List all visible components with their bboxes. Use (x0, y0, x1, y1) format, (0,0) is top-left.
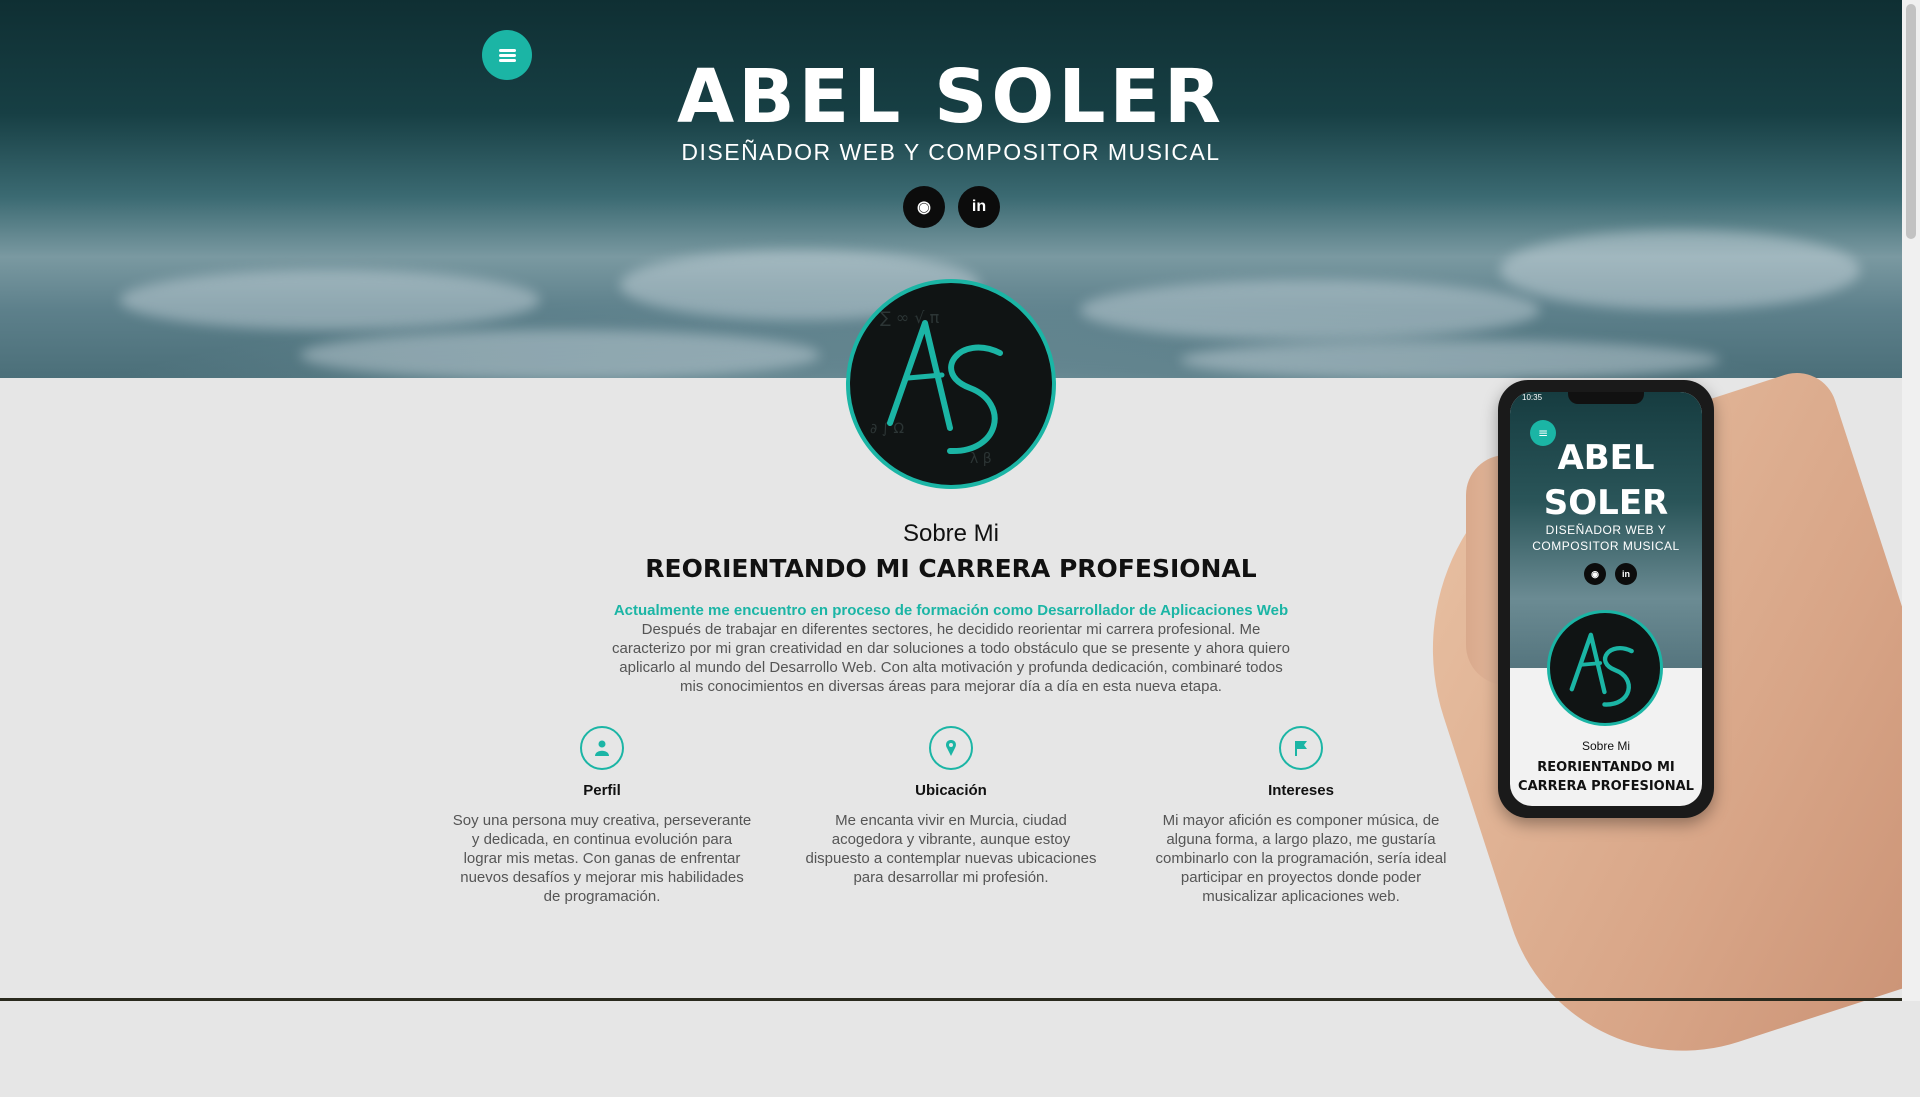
feature-title: Perfil (583, 782, 621, 799)
phone-subtitle: DISEÑADOR WEB Y COMPOSITOR MUSICAL (1532, 523, 1680, 553)
feature-perfil: Perfil Soy una persona muy creativa, per… (452, 726, 752, 906)
intro-paragraph: Después de trabajar en diferentes sector… (612, 621, 1290, 695)
feature-ubicacion: Ubicación Me encanta vivir en Murcia, ci… (801, 726, 1101, 887)
user-icon (580, 726, 624, 770)
feature-text: Mi mayor afición es componer música, de … (1155, 812, 1447, 905)
flag-icon (1279, 726, 1323, 770)
feature-text: Me encanta vivir en Murcia, ciudad acoge… (805, 812, 1097, 886)
github-icon: ◉ (917, 199, 931, 216)
phone-section-title: REORIENTANDO MI CARRERA PROFESIONAL (1518, 760, 1694, 794)
feature-title: Ubicación (915, 782, 987, 799)
phone-github-icon: ◉ (1584, 563, 1606, 585)
site-title: ABEL SOLER (676, 54, 1226, 140)
github-link[interactable]: ◉ (903, 186, 945, 228)
feature-intereses: Intereses Mi mayor afición es componer m… (1151, 726, 1451, 906)
phone-avatar (1547, 610, 1663, 726)
phone-title: ABEL SOLER (1543, 438, 1669, 523)
phone-section-label: Sobre Mi (1581, 739, 1631, 753)
logo-monogram-icon: ∑ ∞ √ π ∂ ∫ Ω λ β (870, 308, 1003, 467)
svg-text:λ β: λ β (970, 451, 992, 467)
feature-title: Intereses (1268, 782, 1334, 799)
feature-text: Soy una persona muy creativa, perseveran… (452, 812, 752, 905)
avatar: ∑ ∞ √ π ∂ ∫ Ω λ β (846, 279, 1056, 489)
linkedin-link[interactable]: in (958, 186, 1000, 228)
phone-linkedin-icon: in (1615, 563, 1637, 585)
phone-clock: 10:35 (1522, 393, 1543, 402)
svg-text:∑ ∞ √ π: ∑ ∞ √ π (880, 308, 940, 327)
site-subtitle: DISEÑADOR WEB Y COMPOSITOR MUSICAL (681, 139, 1221, 165)
linkedin-icon: in (971, 198, 987, 215)
phone-screen: 10:35 ≡ ABEL SOLER DISEÑADOR WEB Y COMPO… (1510, 392, 1702, 806)
scrollbar-thumb[interactable] (1906, 4, 1916, 239)
location-pin-icon (929, 726, 973, 770)
phone-notch (1568, 392, 1644, 404)
